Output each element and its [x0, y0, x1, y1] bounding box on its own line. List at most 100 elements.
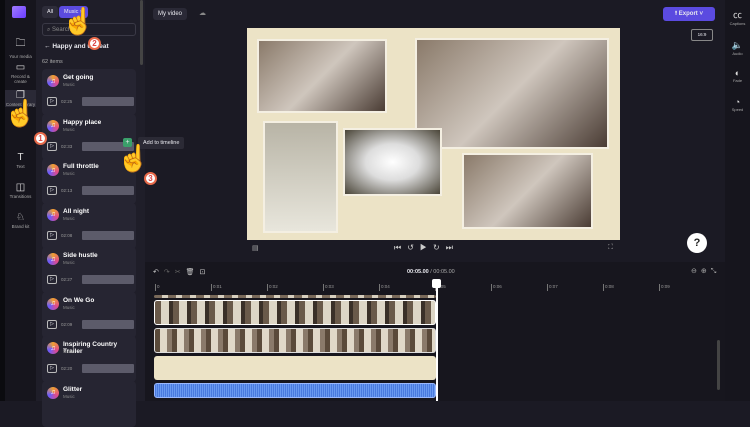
- item-title: Side hustle: [63, 252, 98, 259]
- step-badge: 3: [144, 172, 157, 185]
- export-button[interactable]: ⭱ Export ˅: [663, 7, 715, 21]
- rail-transitions[interactable]: ◫ Transitions: [5, 182, 36, 199]
- step-badge: 1: [34, 132, 47, 145]
- item-title: On We Go: [63, 296, 95, 304]
- fullscreen-icon[interactable]: ⛶: [608, 244, 613, 252]
- timeline-scrollbar[interactable]: [717, 340, 720, 390]
- item-title: All night: [63, 207, 89, 215]
- playback-controls: ⏮↺▶↻⏭: [394, 243, 459, 253]
- ruler-tick: 0:02: [267, 284, 278, 291]
- camera-icon: ▭: [15, 62, 26, 73]
- redo-icon[interactable]: ↷: [164, 269, 175, 276]
- video-clip[interactable]: [154, 300, 436, 325]
- ruler-tick: 0:07: [547, 284, 558, 291]
- lock-icon[interactable]: ⊡: [200, 269, 211, 276]
- text-icon: T: [17, 152, 24, 163]
- audio-clip[interactable]: [154, 383, 436, 398]
- scissors-icon[interactable]: ✂: [175, 269, 186, 276]
- music-item[interactable]: ♫ Glitter Music: [42, 380, 136, 427]
- rail-speed[interactable]: ◔ Speed: [725, 97, 750, 112]
- left-rail: 🗀 Your media ▭ Record & create ❐ Content li…: [0, 0, 36, 401]
- play-icon[interactable]: ▶: [420, 243, 433, 252]
- item-duration: 02:20: [61, 366, 73, 371]
- play-preview-button[interactable]: ▷: [47, 275, 57, 284]
- skip-forward-icon[interactable]: ⏭: [446, 243, 459, 252]
- item-title: Full throttle: [63, 163, 99, 170]
- waveform: [82, 275, 134, 284]
- track-strip[interactable]: [154, 295, 436, 298]
- item-duration: 02:09: [61, 321, 73, 327]
- play-preview-button[interactable]: ▷: [47, 141, 57, 151]
- ruler-tick: 0:09: [659, 284, 670, 291]
- video-clip[interactable]: [154, 328, 436, 353]
- item-title: Glitter: [63, 385, 83, 393]
- video-preview[interactable]: [247, 28, 620, 240]
- music-item[interactable]: ♫ Get going Music ▷ 02:25: [42, 69, 136, 115]
- music-note-icon: ♫: [47, 253, 59, 265]
- waveform: [82, 186, 134, 195]
- zoom-out-icon[interactable]: ⊖: [691, 268, 701, 275]
- pointer-hand-icon: ☝: [62, 6, 95, 36]
- fit-icon[interactable]: ⤡: [711, 268, 721, 275]
- zoom-in-icon[interactable]: ⊕: [701, 268, 711, 275]
- waveform: [82, 364, 134, 373]
- trash-icon[interactable]: 🗑: [186, 269, 200, 276]
- skip-back-icon[interactable]: ⏮: [394, 243, 407, 252]
- rail-label: Fade: [732, 78, 743, 83]
- total-time: / 00:05.00: [430, 269, 455, 275]
- panel-scrollbar[interactable]: [140, 0, 143, 65]
- captions-toggle-icon[interactable]: ▤: [252, 244, 259, 252]
- play-preview-button[interactable]: ▷: [47, 97, 57, 106]
- waveform: [82, 97, 134, 106]
- play-preview-button[interactable]: ▷: [47, 186, 57, 195]
- play-preview-button[interactable]: ▷: [47, 364, 57, 373]
- item-title: Happy place: [63, 118, 102, 126]
- background-clip[interactable]: [154, 356, 436, 380]
- forward-icon[interactable]: ↻: [433, 243, 446, 252]
- undo-icon[interactable]: ↶: [153, 269, 164, 276]
- rail-audio[interactable]: 🔈 Audio: [725, 40, 750, 56]
- music-item[interactable]: ♫ All night Music ▷ 02:08: [42, 202, 136, 249]
- playhead-handle[interactable]: [432, 279, 441, 288]
- item-subtitle: Music: [63, 304, 75, 310]
- photo: [263, 121, 338, 233]
- right-rail: ㏄ Captions 🔈 Audio ◐ Fade ◔ Speed: [725, 0, 750, 401]
- rail-your-media[interactable]: 🗀 Your media: [5, 36, 36, 59]
- export-label: Export: [678, 11, 698, 17]
- filter-all[interactable]: All: [42, 6, 59, 18]
- ruler-tick: 0:01: [211, 284, 222, 291]
- aspect-ratio-button[interactable]: 16:9: [691, 29, 713, 41]
- photo: [257, 39, 387, 113]
- music-item[interactable]: ♫ On We Go Music ▷ 02:09: [42, 291, 136, 338]
- rail-captions[interactable]: ㏄ Captions: [725, 8, 750, 26]
- folder-icon: 🗀: [15, 38, 26, 49]
- music-note-icon: ♫: [47, 297, 59, 310]
- rewind-icon[interactable]: ↺: [407, 243, 420, 252]
- rail-text[interactable]: T Text: [5, 152, 36, 169]
- waveform: [82, 319, 134, 329]
- item-duration: 02:08: [61, 232, 73, 238]
- rail-brand-kit[interactable]: ♘ Brand kit: [5, 212, 36, 229]
- fade-icon: ◐: [734, 68, 741, 78]
- play-preview-button[interactable]: ▷: [47, 230, 57, 240]
- music-item[interactable]: ♫ Inspiring Country Trailer Music ▷ 02:20: [42, 336, 136, 382]
- item-duration: 02:13: [61, 188, 73, 193]
- photo: [343, 128, 442, 196]
- item-subtitle: Music: [63, 215, 75, 221]
- item-subtitle: Music: [63, 126, 75, 132]
- cloud-off-icon: ☁: [199, 10, 206, 17]
- music-note-icon: ♫: [47, 164, 59, 176]
- app-logo: [12, 6, 26, 18]
- music-item[interactable]: ♫ Side hustle Music ▷ 02:27: [42, 247, 136, 293]
- music-note-icon: ♫: [47, 208, 59, 221]
- play-preview-button[interactable]: ▷: [47, 319, 57, 329]
- item-subtitle: Music: [63, 393, 75, 399]
- rail-record-create[interactable]: ▭ Record & create: [5, 62, 36, 84]
- help-button[interactable]: ?: [687, 233, 707, 253]
- project-title[interactable]: My video: [153, 8, 188, 20]
- music-note-icon: ♫: [47, 386, 59, 399]
- rail-label: Record & create: [11, 74, 30, 84]
- item-count: 62 items: [42, 59, 63, 65]
- rail-fade[interactable]: ◐ Fade: [725, 68, 750, 83]
- playhead[interactable]: [436, 280, 438, 401]
